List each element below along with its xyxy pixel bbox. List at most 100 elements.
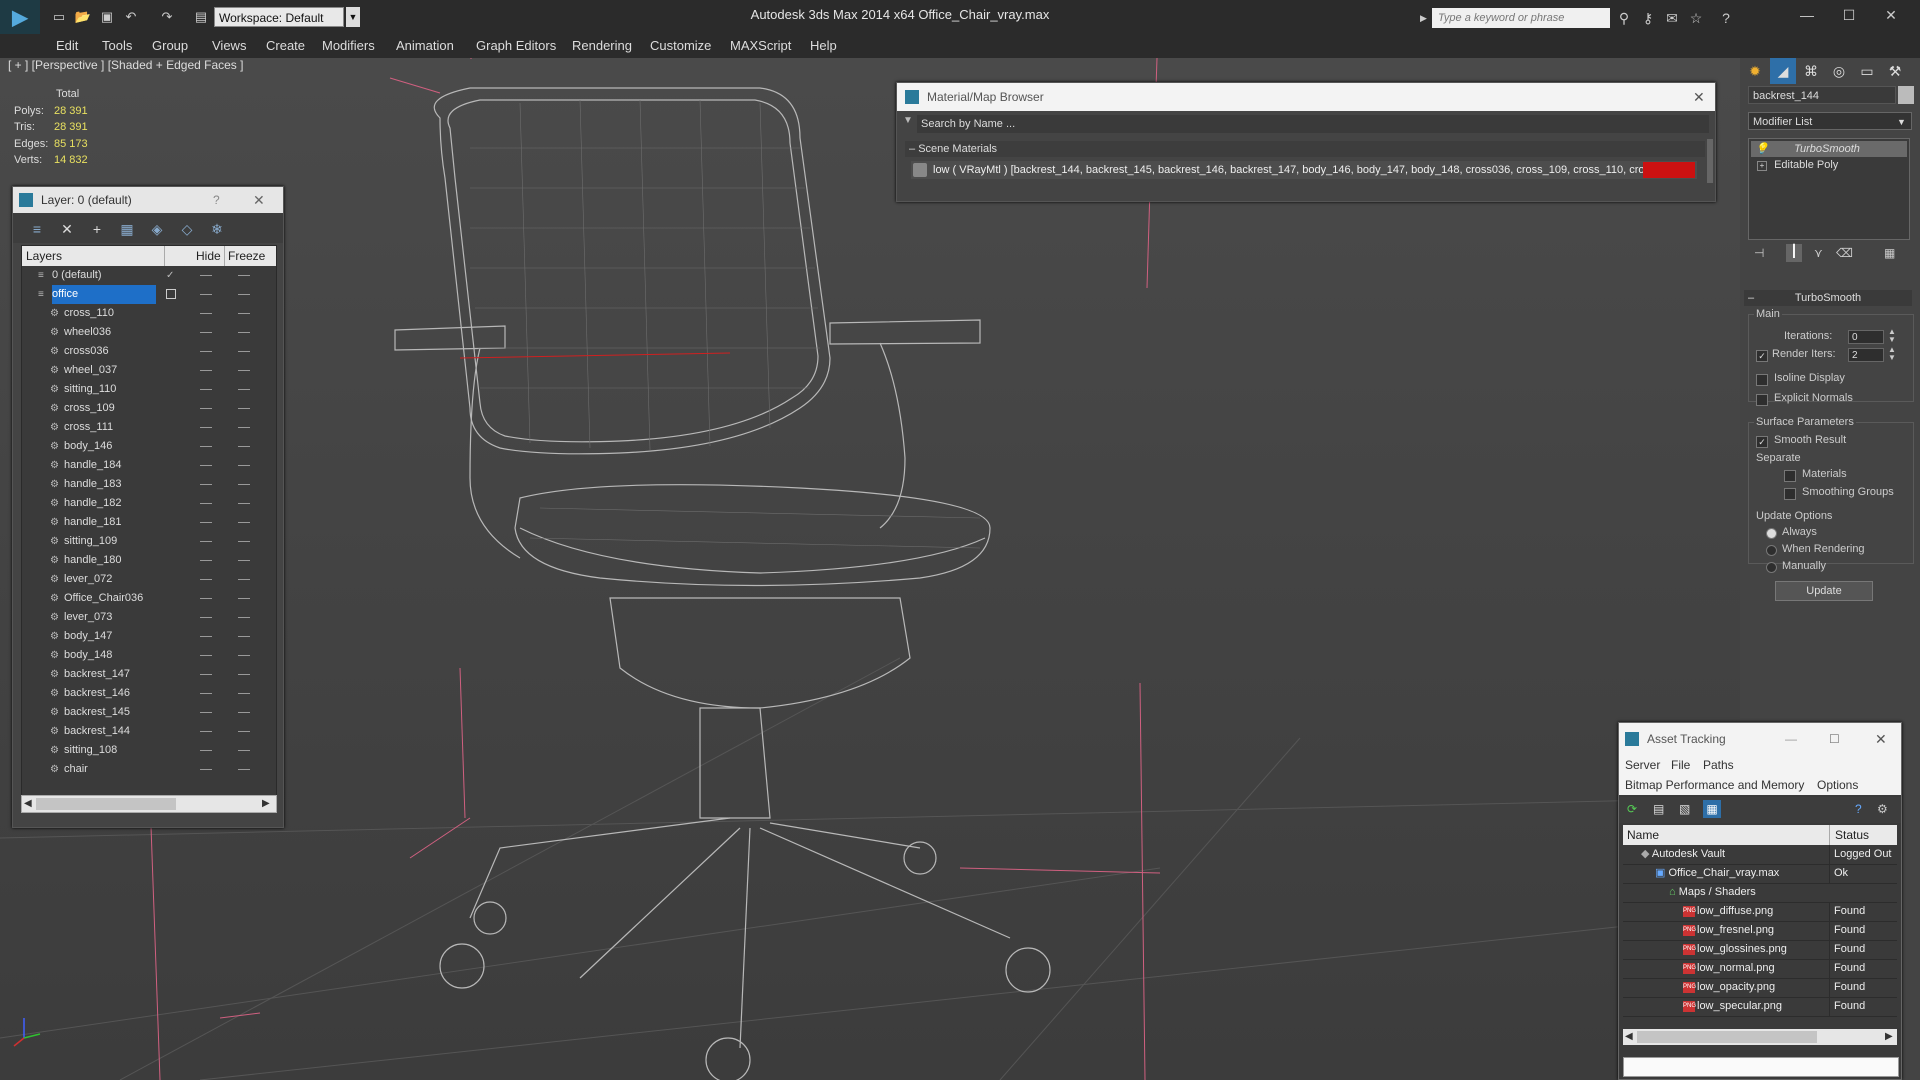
layer-row[interactable]: ⚙ Office_Chair036 (22, 589, 276, 608)
communication-icon[interactable]: ✉ (1662, 8, 1682, 28)
layer-row[interactable]: ⚙ wheel036 (22, 323, 276, 342)
menu-help[interactable]: Help (810, 34, 837, 58)
maximize-icon[interactable]: ☐ (1829, 723, 1840, 755)
layer-horizontal-scrollbar[interactable]: ◀ ▶ (21, 795, 277, 813)
layer-row[interactable]: ⚙ body_148 (22, 646, 276, 665)
refresh-icon[interactable]: ⟳ (1627, 802, 1637, 816)
hide-toggle[interactable] (200, 541, 212, 542)
freeze-toggle[interactable] (238, 655, 250, 656)
layer-row[interactable]: ⚙ body_146 (22, 437, 276, 456)
smooth-result-checkbox[interactable]: ✓ (1756, 436, 1768, 448)
freeze-toggle[interactable] (238, 465, 250, 466)
new-file-icon[interactable]: ▭ (50, 8, 68, 26)
table-view-icon[interactable]: ▦ (1703, 800, 1721, 818)
menu-paths[interactable]: Paths (1703, 755, 1734, 775)
hide-toggle[interactable] (200, 294, 212, 295)
asset-row[interactable]: PNGlow_normal.png Found (1623, 959, 1897, 979)
undo-icon[interactable]: ↶ (122, 8, 140, 26)
layer-row[interactable]: ⚙ handle_181 (22, 513, 276, 532)
menu-modifiers[interactable]: Modifiers (322, 34, 375, 58)
freeze-toggle[interactable] (238, 332, 250, 333)
freeze-toggle[interactable] (238, 560, 250, 561)
binoculars-icon[interactable]: ⚲ (1614, 8, 1634, 28)
hide-toggle[interactable] (200, 598, 212, 599)
menu-bitmap-performance[interactable]: Bitmap Performance and Memory (1625, 775, 1804, 795)
turbosmooth-rollout-header[interactable]: – TurboSmooth (1744, 290, 1912, 306)
scroll-left-icon[interactable]: ◀ (1625, 1029, 1633, 1045)
freeze-toggle[interactable] (238, 731, 250, 732)
modifier-list-dropdown[interactable]: Modifier List ▼ (1748, 112, 1912, 130)
viewport-label[interactable]: [ + ] [Perspective ] [Shaded + Edged Fac… (8, 58, 243, 72)
freeze-toggle[interactable] (238, 427, 250, 428)
hierarchy-tab-icon[interactable]: ⌘ (1798, 58, 1824, 84)
isoline-display-checkbox[interactable] (1756, 374, 1768, 386)
asset-tracking-titlebar[interactable]: Asset Tracking — ☐ ✕ (1619, 723, 1901, 755)
layer-props-icon[interactable]: ≡ (27, 219, 47, 239)
freeze-toggle[interactable] (238, 674, 250, 675)
maximize-icon[interactable]: ☐ (1826, 0, 1872, 30)
material-item-low[interactable]: low ( VRayMtl ) [backrest_144, backrest_… (911, 161, 1697, 179)
material-scrollbar[interactable] (1707, 139, 1713, 183)
update-button[interactable]: Update (1775, 581, 1873, 601)
freeze-toggle[interactable] (238, 712, 250, 713)
current-layer-box-icon[interactable] (166, 289, 176, 299)
browser-options-icon[interactable]: ▼ (903, 115, 913, 126)
freeze-toggle[interactable] (238, 275, 250, 276)
layer-row[interactable]: ⚙ sitting_108 (22, 741, 276, 760)
hide-toggle[interactable] (200, 408, 212, 409)
iterations-spinner[interactable]: 0 (1848, 330, 1884, 344)
remove-modifier-icon[interactable]: ⌫ (1836, 246, 1853, 260)
hide-toggle[interactable] (200, 370, 212, 371)
hide-toggle[interactable] (200, 503, 212, 504)
add-layer-icon[interactable]: + (87, 219, 107, 239)
freeze-toggle[interactable] (238, 541, 250, 542)
expand-icon[interactable]: + (1757, 161, 1767, 171)
menu-tools[interactable]: Tools (102, 34, 132, 58)
app-logo-icon[interactable]: ▶ (0, 0, 40, 34)
layer-row[interactable]: ⚙ handle_180 (22, 551, 276, 570)
menu-file[interactable]: File (1671, 755, 1690, 775)
update-always-radio[interactable] (1766, 528, 1777, 539)
layer-row[interactable]: ⚙ body_147 (22, 627, 276, 646)
select-layer-icon[interactable]: ▦ (117, 219, 137, 239)
hide-toggle[interactable] (200, 275, 212, 276)
layer-row[interactable]: ⚙ cross_110 (22, 304, 276, 323)
save-icon[interactable]: ▣ (98, 8, 116, 26)
workspace-arrow-icon[interactable]: ▼ (346, 7, 360, 27)
menu-maxscript[interactable]: MAXScript (730, 34, 791, 58)
workspace-dropdown[interactable]: Workspace: Default (214, 7, 344, 27)
current-layer-check-icon[interactable]: ✓ (166, 266, 178, 285)
layer-row[interactable]: ⚙ backrest_144 (22, 722, 276, 741)
lightbulb-icon[interactable]: 💡 (1751, 141, 1769, 157)
object-name-field[interactable]: backrest_144 (1748, 86, 1896, 104)
close-icon[interactable]: ✕ (1875, 723, 1887, 755)
stack-item-editable-poly[interactable]: + Editable Poly (1751, 157, 1907, 173)
freeze-toggle[interactable] (238, 313, 250, 314)
highlight-layer-icon[interactable]: ◈ (147, 219, 167, 239)
configure-sets-icon[interactable]: ▦ (1884, 246, 1895, 260)
modify-tab-icon[interactable]: ◢ (1770, 58, 1796, 84)
hide-toggle[interactable] (200, 693, 212, 694)
modifier-stack[interactable]: 💡 TurboSmooth + Editable Poly (1748, 138, 1910, 240)
freeze-toggle[interactable] (238, 750, 250, 751)
menu-create[interactable]: Create (266, 34, 305, 58)
hide-toggle[interactable] (200, 731, 212, 732)
column-layers[interactable]: Layers (26, 246, 62, 266)
layer-row[interactable]: ⚙ chair (22, 760, 276, 779)
list-view-icon[interactable]: ▤ (1653, 802, 1664, 816)
hide-toggle[interactable] (200, 655, 212, 656)
scene-materials-group[interactable]: – Scene Materials (905, 141, 1705, 157)
layer-window-titlebar[interactable]: Layer: 0 (default) ? ✕ (13, 187, 283, 213)
render-iters-checkbox[interactable]: ✓ (1756, 350, 1768, 362)
freeze-toggle[interactable] (238, 484, 250, 485)
search-expand-icon[interactable]: ▶ (1420, 8, 1430, 28)
asset-row[interactable]: PNGlow_specular.png Found (1623, 997, 1897, 1017)
minimize-icon[interactable]: — (1785, 723, 1797, 755)
material-search-input[interactable]: Search by Name ... (917, 115, 1709, 133)
freeze-toggle[interactable] (238, 389, 250, 390)
asset-row[interactable]: PNGlow_fresnel.png Found (1623, 921, 1897, 941)
hide-toggle[interactable] (200, 636, 212, 637)
collapse-icon[interactable]: – (905, 143, 915, 155)
help-icon[interactable]: ? (1855, 802, 1862, 816)
layer-row[interactable]: ⚙ lever_073 (22, 608, 276, 627)
